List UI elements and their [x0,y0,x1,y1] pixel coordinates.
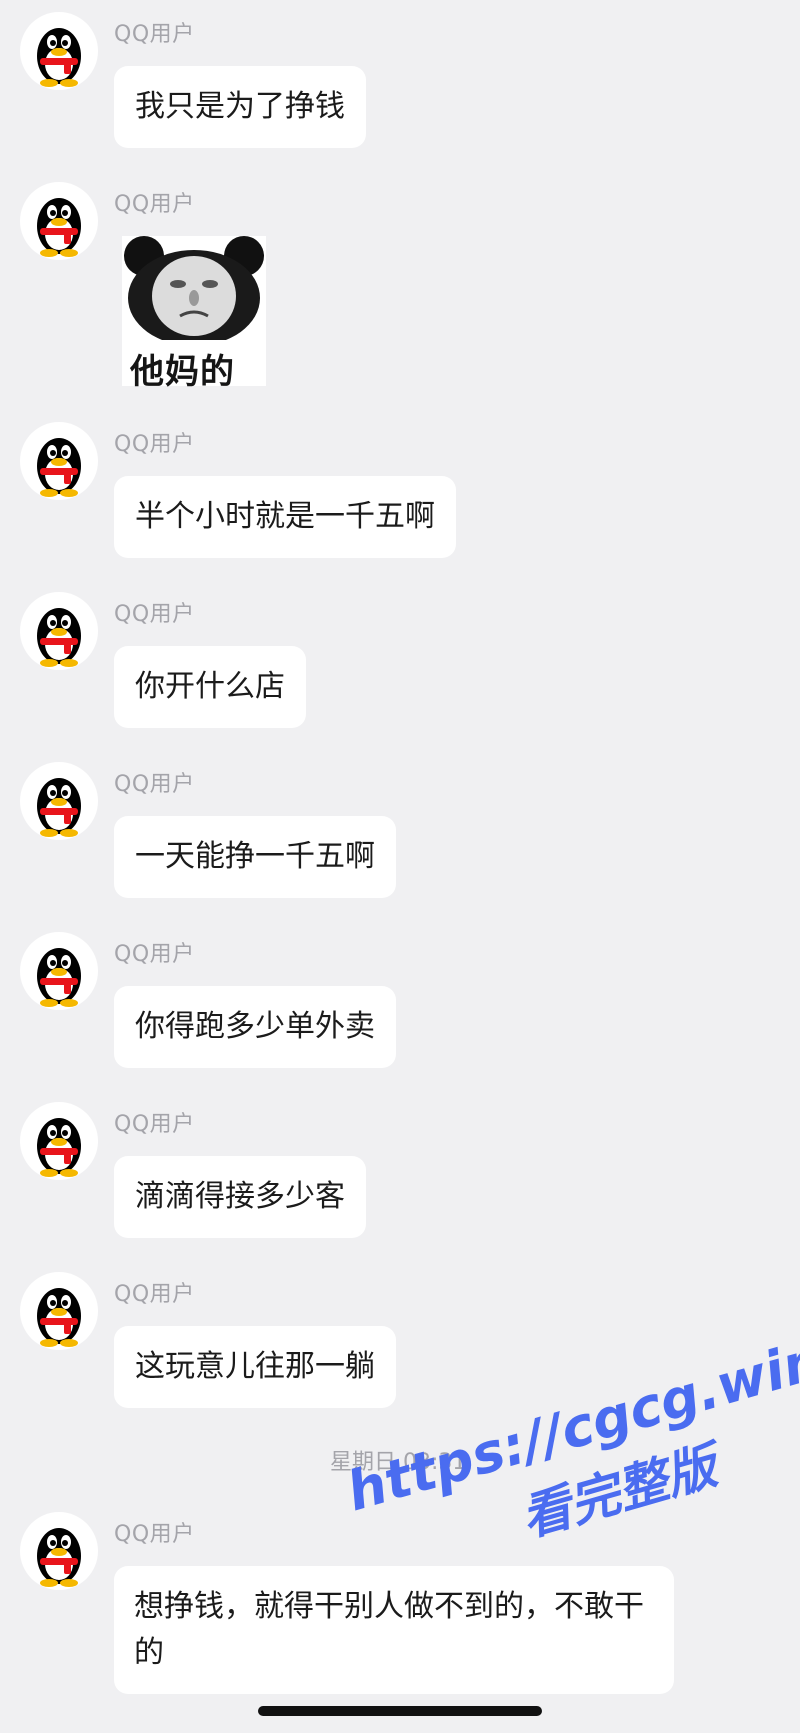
message-bubble[interactable]: 我只是为了挣钱 [114,66,366,148]
sender-name: QQ用户 [114,942,195,967]
qq-penguin-icon [37,1118,81,1177]
sender-name: QQ用户 [114,1522,195,1547]
sender-name: QQ用户 [114,602,195,627]
panda-meme-sticker[interactable]: 他妈的 [122,236,266,392]
qq-penguin-icon [37,948,81,1007]
avatar[interactable] [20,182,98,260]
qq-penguin-icon [37,608,81,667]
sender-name: QQ用户 [114,22,195,47]
sender-name: QQ用户 [114,432,195,457]
sender-name: QQ用户 [114,1112,195,1137]
avatar[interactable] [20,1512,98,1590]
home-indicator[interactable] [258,1706,542,1716]
message-bubble[interactable]: 你得跑多少单外卖 [114,986,396,1068]
qq-penguin-icon [37,28,81,87]
sender-name: QQ用户 [114,1282,195,1307]
panda-face-icon [122,236,266,340]
avatar[interactable] [20,1272,98,1350]
sticker-caption: 他妈的 [130,352,235,392]
message-bubble[interactable]: 半个小时就是一千五啊 [114,476,456,558]
qq-penguin-icon [37,1288,81,1347]
avatar[interactable] [20,592,98,670]
avatar[interactable] [20,422,98,500]
sender-name: QQ用户 [114,192,195,217]
avatar[interactable] [20,932,98,1010]
message-bubble[interactable]: 一天能挣一千五啊 [114,816,396,898]
message-bubble[interactable]: 想挣钱，就得干别人做不到的，不敢干的 [114,1566,674,1694]
qq-penguin-icon [37,1528,81,1587]
message-bubble[interactable]: 你开什么店 [114,646,306,728]
avatar[interactable] [20,12,98,90]
qq-penguin-icon [37,438,81,497]
sender-name: QQ用户 [114,772,195,797]
qq-penguin-icon [37,198,81,257]
qq-penguin-icon [37,778,81,837]
message-bubble[interactable]: 滴滴得接多少客 [114,1156,366,1238]
avatar[interactable] [20,1102,98,1180]
avatar[interactable] [20,762,98,840]
